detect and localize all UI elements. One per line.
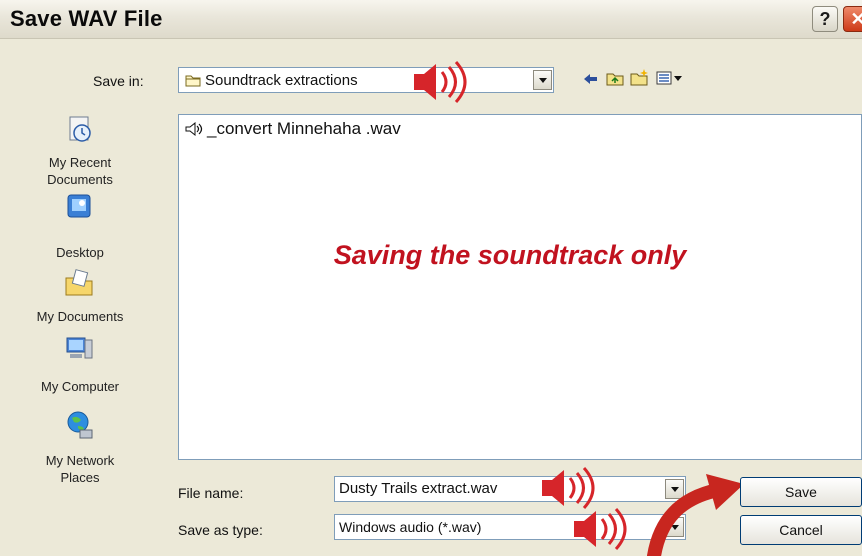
places-bar: My Recent Documents Desktop My Documents… <box>0 106 160 486</box>
speaker-annotation-icon <box>574 507 627 551</box>
dialog-title: Save WAV File <box>10 6 163 31</box>
save-in-dropdown[interactable]: Soundtrack extractions <box>178 67 554 93</box>
view-menu-icon[interactable] <box>656 70 684 86</box>
network-places-icon <box>67 411 93 439</box>
folder-icon <box>185 75 201 87</box>
save-in-label: Save in: <box>93 73 144 89</box>
save-as-type-dropdown[interactable]: Windows audio (*.wav) <box>334 514 686 540</box>
place-label: My Recent Documents <box>47 155 113 187</box>
up-folder-icon[interactable] <box>606 70 624 86</box>
audio-file-icon <box>185 121 203 137</box>
file-list[interactable]: _convert Minnehaha .wav <box>178 114 862 460</box>
file-name-field[interactable]: Dusty Trails extract.wav <box>334 476 686 502</box>
help-icon: ? <box>819 9 831 29</box>
my-documents-icon <box>65 269 93 296</box>
back-icon[interactable] <box>582 72 598 86</box>
file-list-item[interactable]: _convert Minnehaha .wav <box>185 119 401 139</box>
save-in-dropdown-arrow[interactable] <box>533 70 552 90</box>
file-name-text: _convert Minnehaha .wav <box>207 119 401 138</box>
place-label: My Network Places <box>45 453 115 485</box>
my-computer-icon <box>66 337 93 359</box>
save-button[interactable]: Save <box>740 477 862 507</box>
speaker-annotation-icon <box>542 466 595 510</box>
save-in-value: Soundtrack extractions <box>205 72 358 89</box>
file-name-value: Dusty Trails extract.wav <box>339 480 498 497</box>
place-label: My Documents <box>36 309 124 324</box>
desktop-icon <box>67 194 91 218</box>
close-icon: ✕ <box>850 9 862 29</box>
save-as-type-value: Windows audio (*.wav) <box>339 519 482 535</box>
place-label: My Computer <box>40 379 120 394</box>
arrow-annotation-icon <box>647 474 744 556</box>
close-button[interactable]: ✕ <box>843 6 862 32</box>
new-folder-icon[interactable] <box>630 68 650 86</box>
help-button[interactable]: ? <box>812 6 838 32</box>
cancel-button[interactable]: Cancel <box>740 515 862 545</box>
save-as-type-label: Save as type: <box>178 522 263 538</box>
speaker-annotation-icon <box>414 60 467 104</box>
annotation-caption: Saving the soundtrack only <box>333 240 687 270</box>
recent-documents-icon <box>69 116 91 142</box>
file-name-label: File name: <box>178 485 244 501</box>
